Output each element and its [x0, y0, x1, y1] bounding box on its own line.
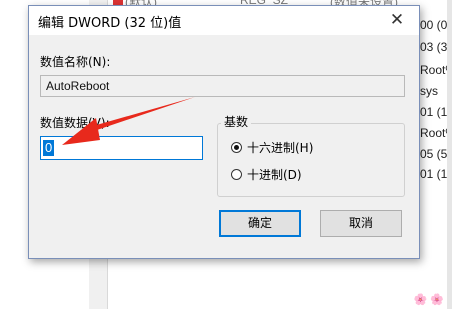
ok-button[interactable]: 确定 [219, 210, 301, 237]
watermark: 🌸 🌸 [413, 294, 444, 306]
value-data-text: 0 [43, 140, 55, 156]
base-groupbox [217, 123, 405, 197]
dialog-titlebar[interactable]: 编辑 DWORD (32 位)值 ✕ [29, 6, 419, 35]
radio-hex[interactable]: 十六进制(H) [231, 139, 313, 155]
radio-dec[interactable]: 十进制(D) [231, 166, 302, 182]
bg-value-item: sys [420, 84, 438, 98]
value-data-input[interactable]: 0 [40, 136, 203, 160]
edit-dword-dialog: 编辑 DWORD (32 位)值 ✕ 数值名称(N): AutoReboot 数… [28, 5, 420, 259]
close-button[interactable]: ✕ [375, 6, 419, 35]
radio-dec-indicator[interactable] [231, 168, 242, 180]
close-icon: ✕ [389, 10, 405, 30]
radio-hex-label: 十六进制(H) [247, 140, 314, 155]
scrollbar[interactable] [447, 0, 452, 309]
dialog-title: 编辑 DWORD (32 位)值 [38, 16, 182, 31]
radio-dec-label: 十进制(D) [247, 167, 302, 182]
base-label: 基数 [221, 113, 252, 130]
value-name-field: AutoReboot [40, 75, 405, 97]
cancel-button[interactable]: 取消 [320, 210, 402, 237]
value-data-label: 数值数据(V): [40, 116, 110, 130]
radio-hex-indicator[interactable] [231, 141, 242, 153]
value-name-label: 数值名称(N): [40, 55, 111, 69]
